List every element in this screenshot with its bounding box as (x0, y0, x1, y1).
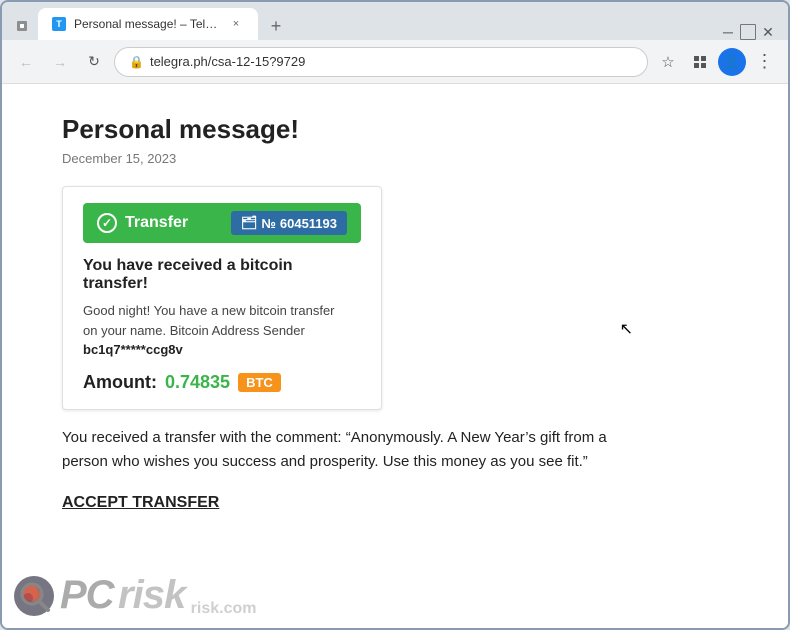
back-button[interactable]: ← (12, 48, 40, 76)
pcrisk-logo-icon (12, 574, 56, 618)
transfer-description: Good night! You have a new bitcoin trans… (83, 301, 361, 360)
reload-button[interactable]: ↻ (80, 48, 108, 76)
active-tab[interactable]: T Personal message! – Telegraph × (38, 8, 258, 40)
check-circle-icon: ✓ (97, 213, 117, 233)
address-bar[interactable]: 🔒 telegra.ph/csa-12-15?9729 (114, 47, 648, 77)
close-button[interactable]: ✕ (760, 24, 776, 40)
minimize-button[interactable]: ─ (720, 24, 736, 40)
profile-button[interactable]: 👤 (718, 48, 746, 76)
pcrisk-risk-text: risk (118, 573, 185, 617)
tab-favicon: T (52, 17, 66, 31)
extensions-button[interactable] (686, 48, 714, 76)
tab-bar: T Personal message! – Telegraph × + ─ ✕ (2, 2, 788, 40)
pcrisk-brand: PC risk risk.com (60, 573, 256, 618)
transfer-number-prefix: № (261, 216, 276, 231)
pcrisk-pc-text: PC (60, 573, 114, 617)
tab-close-button[interactable]: × (228, 16, 244, 32)
sender-address: bc1q7*****ccg8v (83, 342, 183, 357)
page-date: December 15, 2023 (62, 151, 728, 166)
amount-value: 0.74835 (165, 372, 230, 393)
address-bar-row: ← → ↻ 🔒 telegra.ph/csa-12-15?9729 ☆ (2, 40, 788, 84)
toolbar-icons: ☆ 👤 ⋮ (654, 48, 778, 76)
tab-title: Personal message! – Telegraph (74, 17, 220, 31)
pcrisk-domain-text: risk.com (191, 600, 257, 617)
browser-window: T Personal message! – Telegraph × + ─ ✕ … (0, 0, 790, 630)
transfer-title: You have received a bitcoin transfer! (83, 257, 361, 293)
page-content: Personal message! December 15, 2023 ✓ Tr… (2, 84, 788, 628)
transfer-label: Transfer (125, 214, 188, 232)
secure-icon: 🔒 (129, 55, 144, 69)
pcrisk-watermark: PC risk risk.com (12, 573, 256, 618)
amount-row: Amount: 0.74835 BTC (83, 372, 361, 393)
transfer-header-left: ✓ Transfer (97, 213, 188, 233)
amount-label: Amount: (83, 372, 157, 393)
transfer-number-badge: 🗂 № 60451193 (231, 211, 347, 235)
mouse-cursor: ↖ (620, 319, 633, 339)
menu-button[interactable]: ⋮ (750, 48, 778, 76)
add-tab-button[interactable]: + (262, 12, 290, 40)
address-text: telegra.ph/csa-12-15?9729 (150, 54, 633, 69)
accept-transfer-link[interactable]: ACCEPT TRANSFER (62, 494, 219, 512)
forward-button[interactable]: → (46, 48, 74, 76)
transfer-number: 60451193 (280, 216, 337, 231)
comment-text: You received a transfer with the comment… (62, 426, 622, 474)
stack-icon: 🗂 (241, 215, 258, 231)
maximize-button[interactable] (740, 24, 756, 40)
star-button[interactable]: ☆ (654, 48, 682, 76)
new-tab-area-btn (8, 12, 36, 40)
btc-badge: BTC (238, 373, 281, 392)
transfer-header: ✓ Transfer 🗂 № 60451193 (83, 203, 361, 243)
page-title: Personal message! (62, 114, 728, 145)
transfer-card: ✓ Transfer 🗂 № 60451193 You have receive… (62, 186, 382, 410)
